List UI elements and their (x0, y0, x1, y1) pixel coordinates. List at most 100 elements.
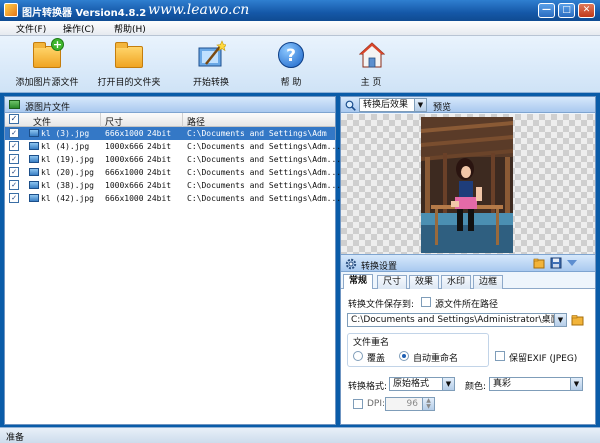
help-icon: ? (276, 40, 306, 70)
rename-group-title: 文件重名 (353, 338, 390, 348)
title-bar: 图片转换器 Version4.8.2 www.leawo.cn — □ ✕ (0, 0, 600, 21)
table-row[interactable]: ✓ kl (3).jpg 666x1000 24bit C:\Documents and… (5, 127, 335, 140)
format-label: 转换格式: (348, 382, 388, 392)
chevron-down-icon: ▼ (570, 378, 582, 390)
start-convert-button[interactable]: 开始转换 (186, 40, 236, 88)
general-settings: 转换文件保存到: 源文件所在路径 C:\Documents and Settin… (341, 289, 595, 424)
file-dims-cell: 1000x666 (105, 142, 144, 151)
convert-wand-icon (196, 40, 228, 70)
tab-effect[interactable]: 效果 (409, 275, 440, 289)
select-all-checkbox[interactable]: ✓ (9, 114, 19, 124)
row-checkbox[interactable]: ✓ (9, 128, 19, 138)
image-file-icon (29, 142, 39, 150)
table-row[interactable]: ✓ kl (42).jpg 666x1000 24bit C:\Documents an… (5, 192, 341, 205)
image-file-icon (29, 194, 39, 202)
color-select[interactable]: 真彩 ▼ (489, 377, 583, 391)
preview-label: 预览 (433, 103, 452, 113)
tab-border[interactable]: 边框 (473, 275, 504, 289)
add-source-button[interactable]: + 添加图片源文件 (14, 38, 80, 88)
table-row[interactable]: ✓ kl (20).jpg 666x1000 24bit C:\Documents an… (5, 166, 341, 179)
open-target-label: 打开目的文件夹 (97, 78, 161, 88)
menu-operation[interactable]: 操作(C) (63, 22, 94, 35)
help-button[interactable]: ? 帮 助 (276, 40, 306, 88)
watermark-text: www.leawo.cn (148, 2, 250, 18)
minimize-button[interactable]: — (538, 3, 555, 18)
auto-rename-label: 自动重命名 (413, 354, 459, 364)
home-label: 主 页 (360, 78, 382, 88)
file-name-cell: kl (4).jpg (41, 142, 90, 151)
row-checkbox[interactable]: ✓ (9, 154, 19, 164)
source-files-panel: 源图片文件 ✓ 文件 尺寸 路径 ✓ kl (3).jpg 666x1000 24bi… (4, 96, 341, 425)
table-row[interactable]: ✓ kl (19).jpg 1000x666 24bit C:\Documents an… (5, 153, 341, 166)
same-path-label: 源文件所在路径 (435, 300, 499, 310)
menu-help[interactable]: 帮助(H) (114, 22, 146, 35)
open-folder-icon[interactable] (533, 257, 545, 269)
browse-folder-icon[interactable] (571, 314, 584, 326)
row-checkbox[interactable]: ✓ (9, 193, 19, 203)
dpi-label: DPI: (367, 399, 386, 409)
file-dims-cell: 666x1000 (105, 168, 144, 177)
file-depth-cell: 24bit (147, 168, 172, 177)
row-checkbox[interactable]: ✓ (9, 167, 19, 177)
file-dims-cell: 666x1000 (105, 129, 144, 138)
file-list: ✓ kl (3).jpg 666x1000 24bit C:\Documents and… (5, 127, 341, 205)
tab-size[interactable]: 尺寸 (377, 275, 408, 289)
save-to-label: 转换文件保存到: (348, 300, 415, 310)
toolbar: + 添加图片源文件 打开目的文件夹 开始转换 ? 帮 助 主 页 (0, 36, 600, 93)
file-name-cell: kl (3).jpg (41, 129, 90, 138)
file-depth-cell: 24bit (147, 142, 172, 151)
home-icon (356, 40, 386, 70)
folder-icon (114, 40, 144, 70)
status-bar: 准备 (0, 427, 600, 443)
chevron-down-icon: ▼ (414, 99, 426, 111)
magnifier-icon (345, 100, 356, 111)
add-source-label: 添加图片源文件 (15, 78, 79, 88)
file-depth-cell: 24bit (147, 129, 172, 138)
status-text: 准备 (6, 433, 25, 443)
file-name-cell: kl (20).jpg (41, 168, 94, 177)
row-checkbox[interactable]: ✓ (9, 141, 19, 151)
preview-settings-panel: 转换后效果 ▼ 预览 转换设置 常规 尺寸 效果 水印 边框 转换文件保存到: … (340, 96, 596, 425)
file-path-cell: C:\Documents and Settings\Adm... (187, 155, 342, 164)
overwrite-radio[interactable] (353, 351, 363, 361)
file-depth-cell: 24bit (147, 194, 172, 203)
settings-header: 转换设置 (341, 254, 595, 272)
add-folder-icon: + (32, 38, 64, 70)
file-path-cell: C:\Documents and Settings\Adm... (187, 194, 342, 203)
image-file-icon (29, 181, 39, 189)
same-path-checkbox[interactable] (421, 297, 431, 307)
file-path-cell: C:\Documents and Settings\Adm (187, 129, 327, 138)
chevron-down-icon: ▼ (554, 314, 566, 326)
keep-exif-label: 保留EXIF (JPEG) (509, 354, 578, 364)
dpi-stepper[interactable]: 96 ▲ ▼ (385, 397, 435, 411)
output-path-select[interactable]: C:\Documents and Settings\Administrator\… (347, 313, 567, 327)
menu-file[interactable]: 文件(F) (16, 22, 46, 35)
format-select[interactable]: 原始格式 ▼ (389, 377, 455, 391)
row-checkbox[interactable]: ✓ (9, 180, 19, 190)
tab-watermark[interactable]: 水印 (441, 275, 472, 289)
save-icon[interactable] (550, 257, 562, 269)
settings-tabs: 常规 尺寸 效果 水印 边框 (341, 274, 595, 290)
table-row[interactable]: ✓ kl (38).jpg 1000x666 24bit C:\Documents an… (5, 179, 341, 192)
file-name-cell: kl (42).jpg (41, 194, 94, 203)
preview-header: 转换后效果 ▼ 预览 (341, 97, 595, 113)
file-dims-cell: 666x1000 (105, 194, 144, 203)
file-dims-cell: 1000x666 (105, 155, 144, 164)
maximize-button[interactable]: □ (558, 3, 575, 18)
menu-bar: 文件(F) 操作(C) 帮助(H) (0, 21, 600, 36)
open-target-folder-button[interactable]: 打开目的文件夹 (96, 40, 162, 88)
preview-image (421, 117, 513, 253)
spin-arrows-icon: ▲ ▼ (422, 398, 434, 410)
dpi-checkbox[interactable] (353, 399, 363, 409)
close-button[interactable]: ✕ (578, 3, 595, 18)
tab-general[interactable]: 常规 (343, 274, 374, 290)
settings-title: 转换设置 (361, 262, 398, 272)
collapse-arrow-icon[interactable] (567, 259, 577, 267)
preview-mode-select[interactable]: 转换后效果 ▼ (359, 98, 427, 112)
keep-exif-checkbox[interactable] (495, 351, 505, 361)
auto-rename-radio[interactable] (399, 351, 409, 361)
source-panel-header: 源图片文件 (5, 97, 335, 113)
overwrite-label: 覆盖 (367, 354, 386, 364)
home-button[interactable]: 主 页 (356, 40, 386, 88)
table-row[interactable]: ✓ kl (4).jpg 1000x666 24bit C:\Documents and… (5, 140, 341, 153)
